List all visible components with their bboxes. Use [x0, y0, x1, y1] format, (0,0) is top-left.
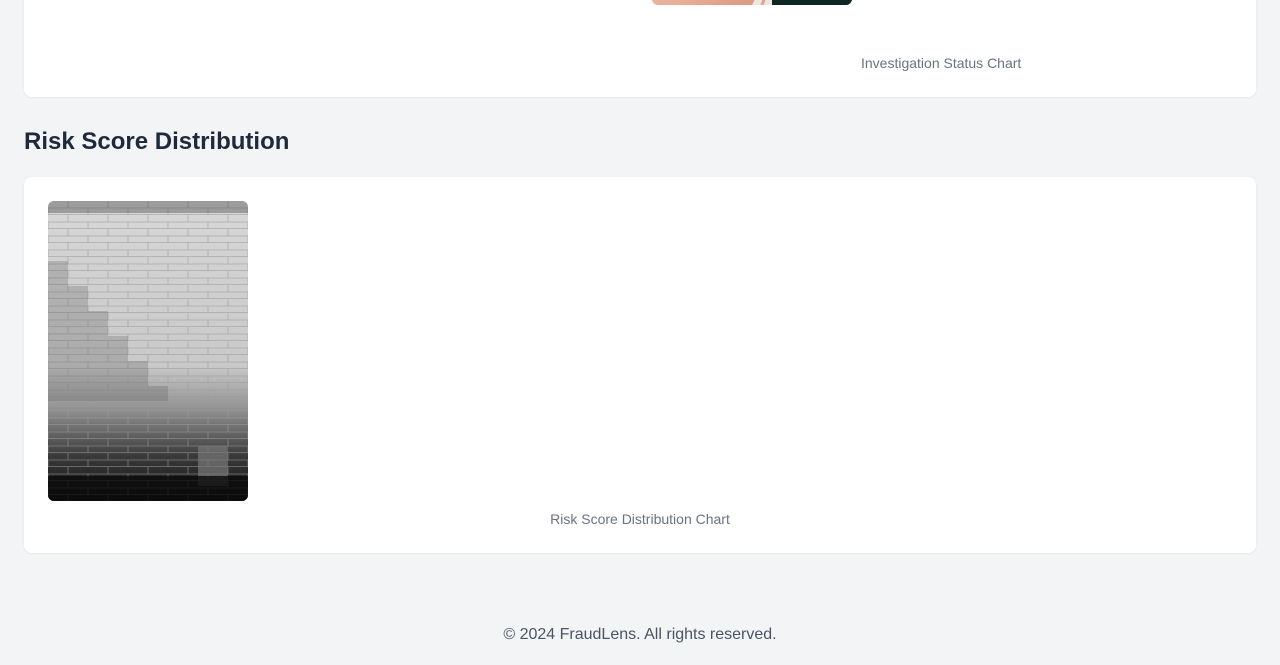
section-title-risk-score: Risk Score Distribution — [24, 128, 290, 155]
footer-copyright: © 2024 FraudLens. All rights reserved. — [503, 626, 777, 643]
investigation-status-chart-image — [652, 0, 852, 5]
page: Investigation Status Chart Risk Score Di… — [0, 0, 1280, 665]
risk-score-chart-image — [48, 201, 248, 501]
risk-score-card: Risk Score Distribution Chart — [24, 177, 1256, 553]
investigation-status-caption: Investigation Status Chart — [861, 55, 1022, 71]
risk-score-caption: Risk Score Distribution Chart — [550, 511, 730, 527]
investigation-status-card: Investigation Status Chart — [24, 0, 1256, 97]
